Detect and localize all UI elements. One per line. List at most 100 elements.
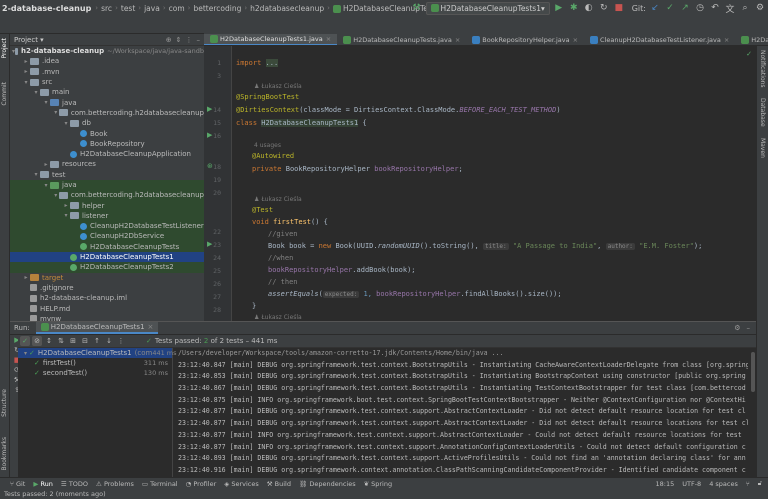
- tree-item[interactable]: ▸ helper: [10, 200, 204, 211]
- breadcrumb-item[interactable]: bettercoding: [190, 4, 244, 13]
- tool-window-tab[interactable]: ◔ Profiler: [186, 480, 217, 488]
- hide-icon[interactable]: –: [197, 36, 201, 44]
- editor-tab[interactable]: H2DatabaseCleanupTests1.java ×: [204, 34, 338, 45]
- chevron-down-icon[interactable]: ▾: [62, 212, 70, 219]
- chevron-down-icon[interactable]: ▾: [32, 89, 40, 96]
- tool-window-tab[interactable]: ⛓ Dependencies: [299, 480, 356, 488]
- chevron-right-icon[interactable]: ▸: [22, 58, 30, 65]
- tree-item[interactable]: ▸ .idea: [10, 56, 204, 66]
- locate-icon[interactable]: ⊕: [166, 36, 172, 44]
- project-tool-button[interactable]: Project: [1, 38, 8, 59]
- run-icon[interactable]: ▶: [553, 2, 565, 14]
- tree-item[interactable]: ▾ java: [10, 97, 204, 107]
- coverage-icon[interactable]: ◐: [583, 2, 595, 14]
- breadcrumb-item[interactable]: java: [141, 4, 163, 13]
- database-tool-button[interactable]: Database: [759, 98, 766, 127]
- collapse-all-icon[interactable]: ⊟: [80, 336, 90, 346]
- tool-window-tab[interactable]: ▭ Terminal: [142, 480, 178, 488]
- chevron-right-icon[interactable]: ▸: [62, 202, 70, 209]
- tree-item[interactable]: BookRepository: [10, 139, 204, 149]
- build-hammer-icon[interactable]: ⚒: [411, 2, 423, 14]
- tree-item[interactable]: ▾ com.bettercoding.h2databasecleanup: [10, 108, 204, 118]
- notifications-tool-button[interactable]: Notifications: [759, 50, 766, 88]
- tool-window-tab[interactable]: ☰ TODO: [61, 480, 88, 488]
- tree-item[interactable]: Book: [10, 128, 204, 138]
- next-icon[interactable]: ↓: [104, 336, 114, 346]
- file-encoding[interactable]: UTF-8: [682, 480, 701, 488]
- test-result-row[interactable]: ✓ firstTest() 311 ms: [18, 358, 172, 368]
- tree-item[interactable]: mvnw: [10, 314, 204, 321]
- tool-window-tab[interactable]: ▶ Run: [33, 480, 53, 488]
- tool-window-tab[interactable]: ⑂ Git: [10, 480, 25, 488]
- caret-position[interactable]: 18:15: [656, 480, 675, 488]
- breadcrumb-item[interactable]: com: [166, 4, 188, 13]
- folded-code[interactable]: ...: [265, 59, 279, 67]
- console-scrollbar[interactable]: [751, 352, 755, 392]
- tree-item[interactable]: h2-database-cleanup.iml: [10, 293, 204, 303]
- code-editor[interactable]: import ... ♟ Łukasz Cieśla @SpringBootTe…: [232, 46, 756, 321]
- chevron-down-icon[interactable]: ▾: [24, 350, 27, 357]
- chevron-down-icon[interactable]: ▾: [52, 109, 59, 116]
- tree-item[interactable]: ▾ com.bettercoding.h2databasecleanup: [10, 190, 204, 201]
- breadcrumb-project[interactable]: 2-database-cleanup: [0, 4, 95, 13]
- search-icon[interactable]: ⌕: [739, 2, 751, 14]
- tree-item[interactable]: H2DatabaseCleanupTests2: [10, 262, 204, 273]
- chevron-down-icon[interactable]: ▾: [42, 99, 50, 106]
- close-icon[interactable]: ×: [573, 36, 578, 44]
- chevron-right-icon[interactable]: ▸: [22, 274, 30, 281]
- sort-alpha-icon[interactable]: ↕: [44, 336, 54, 346]
- tool-window-tab[interactable]: ◈ Services: [224, 480, 259, 488]
- chevron-down-icon[interactable]: ▾: [32, 171, 40, 178]
- close-icon[interactable]: ×: [148, 323, 154, 331]
- tree-item[interactable]: ▸ .mvn: [10, 67, 204, 77]
- project-view-select[interactable]: Project ▾: [14, 36, 44, 44]
- usages-hint[interactable]: 4 usages: [254, 142, 281, 149]
- expand-all-icon[interactable]: ⊞: [68, 336, 78, 346]
- more-options-icon[interactable]: ⋮: [116, 336, 126, 346]
- sort-duration-icon[interactable]: ⇅: [56, 336, 66, 346]
- tree-root[interactable]: ▾ h2-database-cleanup ~/Workspace/java/j…: [10, 46, 204, 56]
- collapse-all-icon[interactable]: ⇕: [176, 36, 182, 44]
- settings-gear-icon[interactable]: ⚙: [734, 324, 740, 332]
- editor-tab[interactable]: CleanupH2DatabaseTestListener.java ×: [584, 34, 735, 45]
- git-push-icon[interactable]: ↗: [679, 2, 691, 14]
- tree-item[interactable]: H2DatabaseCleanupApplication: [10, 149, 204, 159]
- run-tab[interactable]: H2DatabaseCleanupTests1 ×: [35, 322, 159, 334]
- lock-icon[interactable]: 🔓︎: [758, 479, 762, 488]
- tree-item[interactable]: ▾ test: [10, 170, 204, 180]
- chevron-down-icon[interactable]: ▾: [42, 182, 50, 189]
- editor-tab[interactable]: H2DatabaseCleanupTests.java ×: [337, 34, 466, 45]
- chevron-down-icon[interactable]: ▾: [62, 120, 70, 127]
- breadcrumb-item[interactable]: src: [98, 4, 115, 13]
- tree-item[interactable]: CleanupH2DbService: [10, 231, 204, 242]
- run-configuration-select[interactable]: H2DatabaseCleanupTests1 ▾: [425, 1, 550, 15]
- chevron-right-icon[interactable]: ▸: [42, 161, 50, 168]
- tree-item[interactable]: ▾ db: [10, 118, 204, 128]
- test-result-row[interactable]: ✓ secondTest() 130 ms: [18, 368, 172, 378]
- tree-item[interactable]: ▾ listener: [10, 210, 204, 222]
- rollback-icon[interactable]: ↶: [709, 2, 721, 14]
- hide-icon[interactable]: –: [747, 324, 751, 332]
- tree-item[interactable]: .gitignore: [10, 283, 204, 293]
- indent-setting[interactable]: 4 spaces: [709, 480, 738, 488]
- maven-tool-button[interactable]: Maven: [759, 138, 766, 158]
- test-result-row[interactable]: ▾ ✓ H2DatabaseCleanupTests1 (com 441 ms: [18, 348, 177, 358]
- stop-icon[interactable]: ■: [613, 2, 625, 14]
- show-passed-icon[interactable]: ✓: [20, 336, 30, 346]
- history-icon[interactable]: ◷: [694, 2, 706, 14]
- tool-window-tab[interactable]: ❦ Spring: [364, 480, 393, 488]
- git-commit-icon[interactable]: ✓: [664, 2, 676, 14]
- show-ignored-icon[interactable]: ⊘: [32, 336, 42, 346]
- close-icon[interactable]: ×: [724, 36, 729, 44]
- console-output[interactable]: /Users/developer/Workspace/tools/amazon-…: [178, 348, 748, 478]
- debug-icon[interactable]: ✱: [568, 2, 580, 14]
- breadcrumb-item[interactable]: h2databasecleanup: [247, 4, 327, 13]
- chevron-down-icon[interactable]: ▾: [52, 192, 59, 199]
- tool-window-tab[interactable]: ⚒ Build: [267, 480, 291, 488]
- commit-tool-button[interactable]: Commit: [1, 82, 8, 106]
- tree-item[interactable]: H2DatabaseCleanupTests1: [10, 251, 204, 263]
- settings-gear-icon[interactable]: ⚙: [754, 2, 766, 14]
- chevron-right-icon[interactable]: ▸: [22, 68, 30, 75]
- previous-icon[interactable]: ↑: [92, 336, 102, 346]
- tree-item[interactable]: ▾ java: [10, 179, 204, 191]
